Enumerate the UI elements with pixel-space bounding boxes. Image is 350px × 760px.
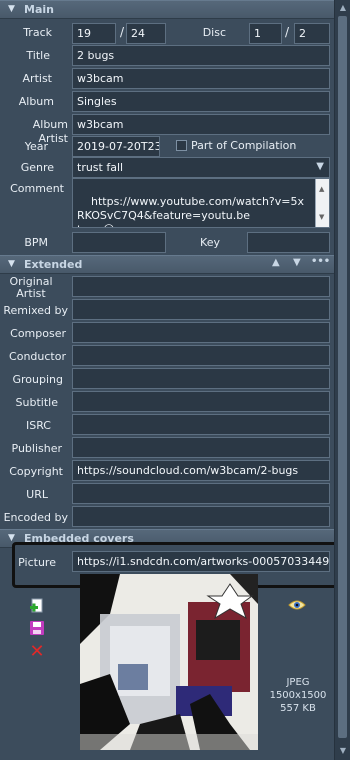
eye-icon[interactable]: [288, 598, 306, 614]
collapse-caret-icon[interactable]: ▼: [8, 4, 15, 14]
compilation-label: Part of Compilation: [191, 139, 297, 152]
disc-number-field[interactable]: 1: [249, 23, 282, 44]
album-field[interactable]: Singles: [72, 91, 330, 112]
track-label: Track: [23, 26, 52, 39]
track-number-field[interactable]: 19: [72, 23, 116, 44]
publisher-field[interactable]: [72, 437, 330, 458]
conductor-field[interactable]: [72, 345, 330, 366]
conductor-label: Conductor: [9, 350, 66, 363]
cover-format: JPEG: [286, 677, 310, 688]
picture-label: Picture: [18, 556, 56, 569]
artist-field[interactable]: w3bcam: [72, 68, 330, 89]
composer-field[interactable]: [72, 322, 330, 343]
bpm-field[interactable]: [72, 232, 166, 253]
year-label: Year: [24, 140, 48, 153]
extended-section-header[interactable]: ▼ Extended ▲ ▼ •••: [0, 255, 334, 274]
move-up-icon[interactable]: ▲: [272, 257, 280, 268]
url-field[interactable]: [72, 483, 330, 504]
original-artist-label: Original Artist: [9, 275, 53, 300]
key-label: Key: [200, 236, 220, 249]
track-separator: /: [120, 25, 125, 39]
cover-art-image: [80, 574, 258, 750]
scrollbar-thumb[interactable]: [338, 16, 347, 738]
publisher-label: Publisher: [11, 442, 63, 455]
panel-scrollbar[interactable]: ▲ ▼: [334, 0, 350, 760]
collapse-caret-icon[interactable]: ▼: [8, 259, 15, 269]
grouping-field[interactable]: [72, 368, 330, 389]
extended-section-title: Extended: [24, 258, 83, 271]
chevron-down-icon[interactable]: ▼: [316, 161, 324, 172]
scroll-up-icon[interactable]: ▲: [338, 3, 348, 13]
scroll-up-icon[interactable]: ▲: [319, 182, 324, 196]
tag-editor-panel: ▼ Main Track 19 / 24 Disc 1 / 2 Title 2 …: [0, 0, 350, 760]
bpm-label: BPM: [24, 236, 48, 249]
year-field[interactable]: 2019-07-20T23: [72, 136, 160, 157]
scroll-down-icon[interactable]: ▼: [338, 746, 348, 756]
genre-value: trust fall: [77, 161, 124, 174]
disc-total-field[interactable]: 2: [294, 23, 330, 44]
isrc-label: ISRC: [25, 419, 51, 432]
main-section-header[interactable]: ▼ Main: [0, 0, 334, 19]
subtitle-label: Subtitle: [15, 396, 58, 409]
artist-label: Artist: [22, 72, 52, 85]
more-options-icon[interactable]: •••: [311, 256, 330, 267]
album-artist-field[interactable]: w3bcam: [72, 114, 330, 135]
cover-dimensions: 1500x1500: [269, 690, 327, 701]
scroll-down-icon[interactable]: ▼: [319, 210, 324, 224]
key-field[interactable]: [247, 232, 330, 253]
url-label: URL: [26, 488, 48, 501]
copyright-label: Copyright: [9, 465, 63, 478]
main-section-title: Main: [24, 3, 54, 16]
move-down-icon[interactable]: ▼: [293, 257, 301, 268]
comment-label: Comment: [10, 182, 64, 195]
copyright-field[interactable]: https://soundcloud.com/w3bcam/2-bugs: [72, 460, 330, 481]
composer-label: Composer: [10, 327, 66, 340]
subtitle-field[interactable]: [72, 391, 330, 412]
grouping-label: Grouping: [12, 373, 64, 386]
encoded-by-field[interactable]: [72, 506, 330, 527]
genre-dropdown[interactable]: trust fall ▼: [72, 157, 330, 178]
save-picture-icon[interactable]: [28, 620, 46, 639]
disc-separator: /: [285, 25, 290, 39]
original-artist-field[interactable]: [72, 276, 330, 297]
remixed-by-field[interactable]: [72, 299, 330, 320]
isrc-field[interactable]: [72, 414, 330, 435]
title-field[interactable]: 2 bugs: [72, 45, 330, 66]
add-picture-icon[interactable]: [28, 598, 46, 617]
cover-size: 557 KB: [280, 703, 316, 714]
remixed-by-label: Remixed by: [3, 304, 68, 317]
compilation-checkbox[interactable]: [176, 140, 187, 151]
comment-textarea[interactable]: https://www.youtube.com/watch?v=5xRKOSvC…: [72, 178, 330, 228]
title-label: Title: [26, 49, 50, 62]
encoded-by-label: Encoded by: [3, 511, 68, 524]
comment-value: https://www.youtube.com/watch?v=5xRKOSvC…: [77, 195, 304, 227]
genre-label: Genre: [20, 161, 54, 174]
album-label: Album: [18, 95, 54, 108]
disc-label: Disc: [202, 26, 226, 39]
delete-picture-icon[interactable]: ✕: [28, 643, 46, 661]
track-total-field[interactable]: 24: [126, 23, 166, 44]
comment-scrollbar[interactable]: ▲ ▼: [315, 179, 329, 227]
picture-url-field[interactable]: https://i1.sndcdn.com/artworks-000570334…: [72, 551, 330, 572]
